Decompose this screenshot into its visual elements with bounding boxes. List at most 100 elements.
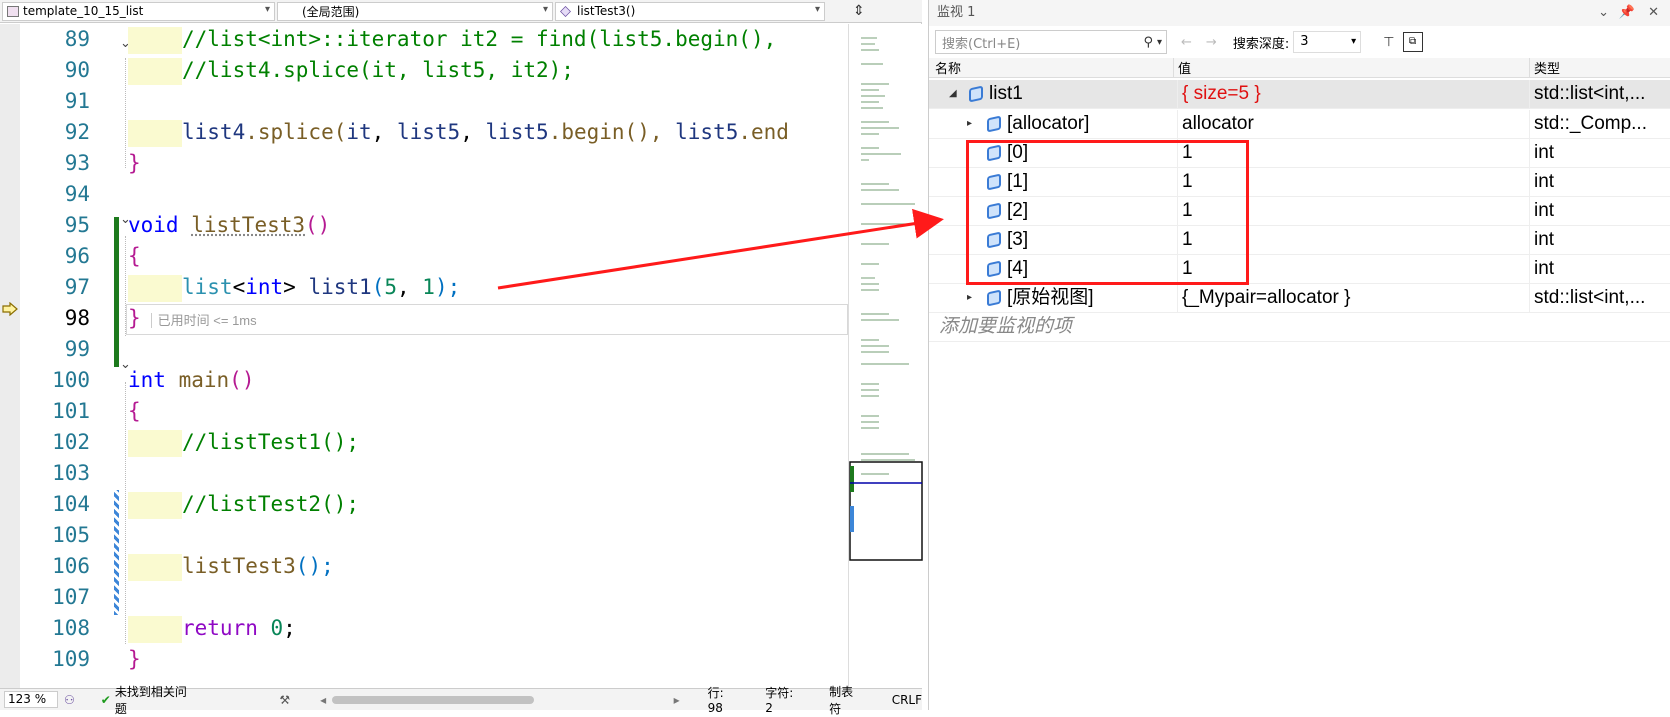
- watch-value[interactable]: 1: [1177, 197, 1527, 226]
- line-number: 102: [52, 430, 90, 454]
- pin-icon[interactable]: 📌: [1619, 0, 1635, 26]
- line-number: 100: [52, 368, 90, 392]
- line-number: 104: [52, 492, 90, 516]
- watch-row[interactable]: [1] 1 int: [929, 168, 1670, 197]
- code-line-108: return 0;: [128, 613, 296, 644]
- tabs-indicator[interactable]: 制表符: [829, 683, 864, 717]
- column-value[interactable]: 值: [1173, 58, 1191, 77]
- line-number: 91: [64, 89, 90, 113]
- navigation-bar: template_10_15_list ▾ (全局范围) ▾ listTest3…: [0, 0, 922, 23]
- code-area[interactable]: //list<int>::iterator it2 = find(list5.b…: [128, 24, 848, 684]
- object-icon: [969, 85, 983, 103]
- watch-type: int: [1529, 226, 1670, 255]
- column-type[interactable]: 类型: [1529, 58, 1560, 77]
- function-dropdown[interactable]: listTest3() ▾: [555, 1, 825, 21]
- watch-name-cell: [allocator]: [987, 110, 1169, 139]
- column-name[interactable]: 名称: [935, 58, 961, 77]
- search-next-icon[interactable]: →: [1206, 35, 1217, 50]
- watch-row[interactable]: [3] 1 int: [929, 226, 1670, 255]
- line-number: 107: [52, 585, 90, 609]
- code-cleanup-icon[interactable]: ⚒: [279, 693, 290, 707]
- watch-name: list1: [989, 83, 1023, 104]
- search-input[interactable]: 搜索(Ctrl+E) ⚲ ▾: [935, 30, 1167, 54]
- window-options-icon[interactable]: ⌄: [1598, 0, 1609, 26]
- search-depth-label: 搜索深度:: [1232, 36, 1290, 52]
- scope-dropdown[interactable]: (全局范围) ▾: [277, 1, 553, 21]
- watch-value[interactable]: allocator: [1177, 110, 1527, 139]
- line-number: 105: [52, 523, 90, 547]
- object-icon: [987, 231, 1001, 249]
- watch-value[interactable]: { size=5 }: [1177, 80, 1527, 109]
- watch-name-cell: [1]: [987, 168, 1169, 197]
- char-indicator[interactable]: 字符: 2: [765, 684, 803, 715]
- search-depth-value: 3: [1300, 34, 1309, 49]
- watch-toolbar: 搜索(Ctrl+E) ⚲ ▾ ← → 搜索深度: 3 ▾ ⊤ ⧉: [929, 26, 1670, 58]
- object-icon: [987, 260, 1001, 278]
- watch-value[interactable]: {_Mypair=allocator }: [1177, 284, 1527, 313]
- watch-window: 监视 1 ⌄ 📌 ✕ 搜索(Ctrl+E) ⚲ ▾ ← → 搜索深度: 3 ▾ …: [928, 0, 1670, 710]
- fold-guide: [125, 382, 126, 644]
- watch-row[interactable]: ▸ [原始视图] {_Mypair=allocator } std::list<int…: [929, 284, 1670, 313]
- code-editor[interactable]: template_10_15_list ▾ (全局范围) ▾ listTest3…: [0, 0, 923, 716]
- watch-name-cell: [4]: [987, 255, 1169, 284]
- watch-row[interactable]: [2] 1 int: [929, 197, 1670, 226]
- scroll-left-icon[interactable]: ◂: [320, 693, 326, 707]
- chevron-down-icon[interactable]: ▾: [1157, 37, 1162, 48]
- project-dropdown[interactable]: template_10_15_list ▾: [2, 1, 275, 21]
- watch-row[interactable]: [0] 1 int: [929, 139, 1670, 168]
- split-window-button[interactable]: ⇕: [853, 3, 865, 19]
- pin-to-source-icon[interactable]: ⊤: [1383, 35, 1394, 50]
- hex-display-icon[interactable]: ⧉: [1402, 32, 1423, 52]
- watch-row[interactable]: ▸ [allocator] allocator std::_Comp...: [929, 110, 1670, 139]
- indicator-margin[interactable]: [0, 24, 20, 688]
- expand-icon[interactable]: ▸: [967, 110, 972, 138]
- watch-name: [1]: [1007, 171, 1029, 192]
- watch-name-cell: [2]: [987, 197, 1169, 226]
- horizontal-scrollbar[interactable]: [332, 695, 534, 704]
- minimap-scrollbar[interactable]: [848, 24, 923, 688]
- watch-value[interactable]: 1: [1177, 226, 1527, 255]
- watch-value[interactable]: 1: [1177, 255, 1527, 284]
- add-watch-item[interactable]: 添加要监视的项: [929, 313, 1670, 342]
- watch-row-list1[interactable]: ◢ list1 { size=5 } std::list<int,...: [929, 80, 1670, 109]
- watch-row[interactable]: [4] 1 int: [929, 255, 1670, 284]
- zoom-dropdown[interactable]: 123 %: [4, 691, 59, 708]
- function-label: listTest3(): [577, 4, 636, 18]
- line-indicator[interactable]: 行: 98: [708, 684, 742, 715]
- object-icon: [987, 173, 1001, 191]
- close-icon[interactable]: ✕: [1648, 0, 1659, 26]
- copilot-icon[interactable]: ⚇: [64, 693, 75, 707]
- object-icon: [987, 144, 1001, 162]
- line-number: 89: [64, 27, 90, 51]
- search-depth-dropdown[interactable]: 3 ▾: [1293, 31, 1362, 53]
- scroll-right-icon[interactable]: ▸: [674, 693, 680, 707]
- line-number: 94: [64, 182, 90, 206]
- watch-type: std::_Comp...: [1529, 110, 1670, 139]
- chevron-down-icon: ▾: [264, 3, 270, 15]
- watch-type: int: [1529, 255, 1670, 284]
- collapse-icon[interactable]: ◢: [949, 80, 957, 108]
- search-placeholder: 搜索(Ctrl+E): [942, 36, 1021, 52]
- line-number: 96: [64, 244, 90, 268]
- watch-type: int: [1529, 139, 1670, 168]
- watch-name: [allocator]: [1007, 113, 1090, 134]
- code-line-96: {: [128, 244, 141, 268]
- issues-status[interactable]: 未找到相关问题: [115, 683, 196, 717]
- watch-value[interactable]: 1: [1177, 168, 1527, 197]
- project-icon: [7, 5, 19, 17]
- line-number: 97: [64, 275, 90, 299]
- watch-value[interactable]: 1: [1177, 139, 1527, 168]
- watch-name: [4]: [1007, 258, 1029, 279]
- search-previous-icon[interactable]: ←: [1181, 35, 1192, 50]
- expand-icon[interactable]: ▸: [967, 284, 972, 312]
- code-line-104: //listTest2();: [128, 489, 359, 520]
- object-icon: [987, 289, 1001, 307]
- line-number: 101: [52, 399, 90, 423]
- line-number: 93: [64, 151, 90, 175]
- watch-name: [0]: [1007, 142, 1029, 163]
- code-line-102: //listTest1();: [128, 427, 359, 458]
- search-icon[interactable]: ⚲: [1143, 35, 1153, 50]
- watch-type: std::list<int,...: [1529, 284, 1670, 313]
- code-line-98: } 已用时间 <= 1ms: [128, 306, 257, 330]
- eol-indicator[interactable]: CRLF: [892, 693, 922, 707]
